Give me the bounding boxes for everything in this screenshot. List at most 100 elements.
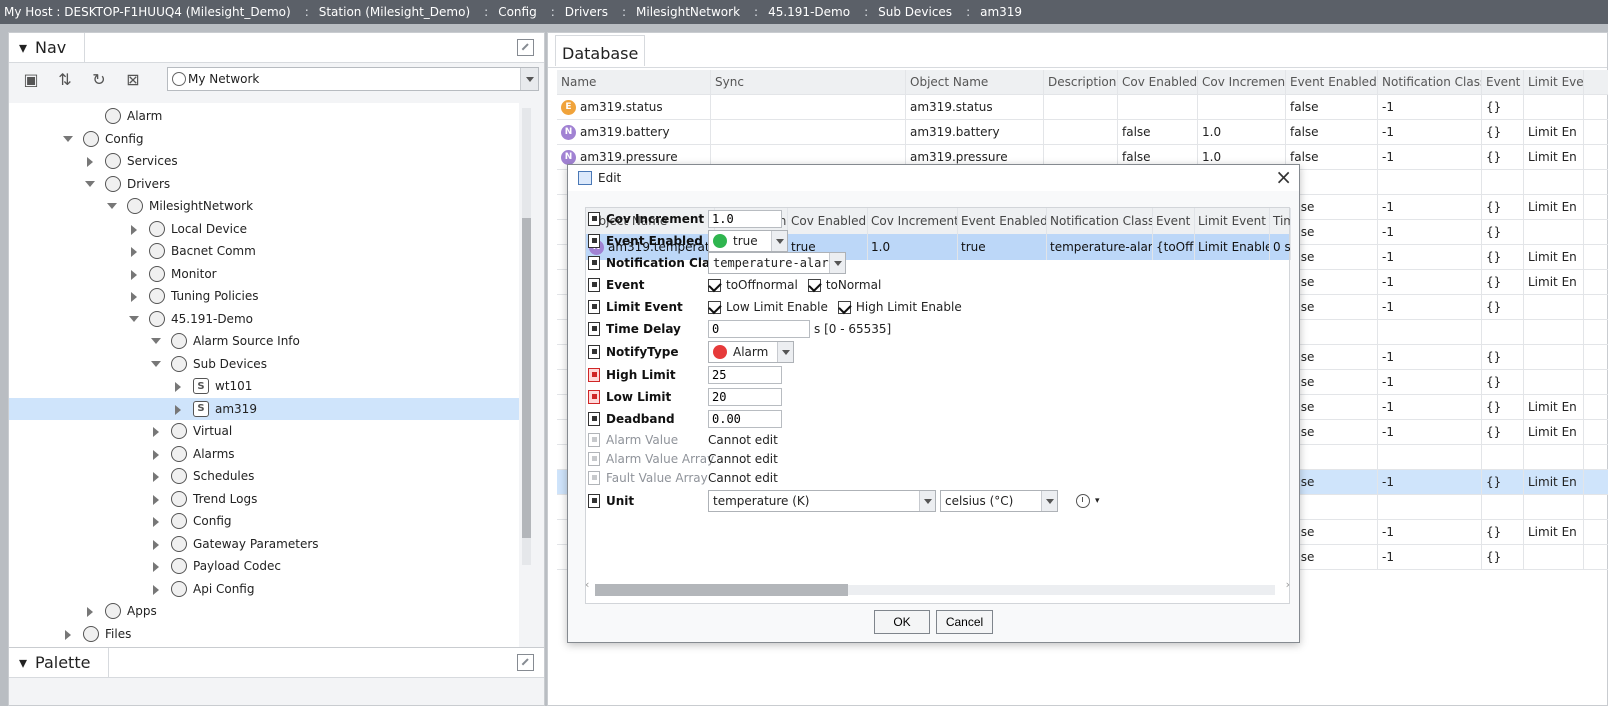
expand-icon[interactable] [85, 606, 95, 617]
database-tab[interactable]: Database [555, 35, 646, 66]
expand-icon[interactable] [151, 426, 161, 437]
low-limit-enable-checkbox[interactable] [708, 300, 721, 314]
tree-item[interactable]: Services [9, 150, 519, 172]
collapse-icon[interactable] [151, 359, 161, 369]
tree-item[interactable]: Drivers [9, 173, 519, 195]
combo-arrow-icon[interactable] [520, 68, 538, 90]
tree-item[interactable]: Trend Logs [9, 488, 519, 510]
high-limit-input[interactable] [708, 366, 782, 384]
tree-item[interactable]: Monitor [9, 263, 519, 285]
nav-scrollbar[interactable] [522, 108, 531, 565]
high-limit-enable-checkbox[interactable] [837, 300, 851, 314]
tree-item[interactable]: Local Device [9, 218, 519, 240]
expand-icon[interactable] [129, 224, 139, 235]
tree-item[interactable]: 45.191-Demo [9, 308, 519, 330]
expand-icon[interactable] [151, 494, 161, 505]
ok-button[interactable]: OK [874, 610, 930, 634]
dropdown-arrow-icon[interactable] [777, 342, 793, 362]
tree-item[interactable]: Bacnet Comm [9, 240, 519, 262]
nav-tab[interactable]: ▾ Nav [9, 32, 86, 63]
expand-icon[interactable] [129, 246, 139, 257]
to-offnormal-checkbox[interactable] [708, 278, 721, 292]
close-icon[interactable]: ⊠ [123, 69, 143, 89]
maximize-icon[interactable] [517, 39, 534, 56]
tree-item[interactable]: MilesightNetwork [9, 195, 519, 217]
column-header[interactable]: Name [557, 70, 711, 95]
tree-item[interactable]: Alarms [9, 443, 519, 465]
expand-icon[interactable] [151, 539, 161, 550]
palette-tab[interactable]: ▾ Palette [9, 647, 110, 678]
tree-item[interactable]: Swt101 [9, 375, 519, 397]
tree-item[interactable]: Schedules [9, 465, 519, 487]
dropdown-arrow-icon[interactable] [771, 231, 787, 251]
scroll-thumb[interactable] [595, 584, 848, 596]
table-row[interactable]: Eam319.status am319.status false -1{} [557, 94, 1608, 120]
tree-item[interactable]: Files [9, 623, 519, 645]
network-combo[interactable]: My Network [167, 67, 539, 91]
column-header[interactable]: Notification Class [1378, 70, 1482, 95]
event-enabled-select[interactable]: true [708, 230, 788, 252]
tree-item[interactable]: Apps [9, 600, 519, 622]
column-header[interactable]: Sync [711, 70, 906, 95]
sync-icon[interactable]: ⇅ [55, 69, 75, 89]
tree-item[interactable]: Alarm Source Info [9, 330, 519, 352]
collapse-icon[interactable] [85, 179, 95, 189]
tree-item[interactable]: Sam319 [9, 397, 519, 420]
tree-item[interactable]: Alarm [9, 105, 519, 127]
nav-scroll-thumb[interactable] [522, 218, 531, 538]
scroll-left-icon[interactable]: ‹ [585, 578, 589, 591]
expand-icon[interactable] [129, 291, 139, 302]
breadcrumb-config[interactable]: Config [494, 5, 545, 19]
column-header[interactable]: Event Enabled [1286, 70, 1378, 95]
tree-item[interactable]: Sub Devices [9, 353, 519, 375]
dropdown-arrow-icon[interactable] [1041, 491, 1057, 511]
unit-quantity-select[interactable]: temperature (K) [708, 490, 936, 512]
tree-item[interactable]: Api Config [9, 578, 519, 600]
maximize-icon[interactable] [517, 654, 534, 671]
expand-icon[interactable] [129, 269, 139, 280]
time-delay-input[interactable] [708, 320, 810, 338]
close-icon[interactable]: × [1275, 167, 1292, 187]
nav-tree[interactable]: Alarm Config Services Drivers MilesightNetwo… [9, 103, 519, 648]
breadcrumb-network[interactable]: MilesightNetwork [632, 5, 748, 19]
tree-item[interactable]: Gateway Parameters [9, 533, 519, 555]
breadcrumb-am319[interactable]: am319 [976, 5, 1030, 19]
table-row[interactable]: Nam319.battery am319.battery false 1.0 false… [557, 119, 1608, 145]
column-header[interactable]: Cov Increment [1198, 70, 1286, 95]
expand-icon[interactable] [151, 516, 161, 527]
column-header[interactable]: Object Name [906, 70, 1044, 95]
dialog-horizontal-scrollbar[interactable]: ‹ › [585, 578, 1290, 598]
notification-class-select[interactable]: temperature-alarm [708, 252, 846, 274]
low-limit-input[interactable] [708, 388, 782, 406]
breadcrumb-subdevices[interactable]: Sub Devices [874, 5, 960, 19]
cov-increment-input[interactable] [708, 210, 782, 228]
scroll-right-icon[interactable]: › [1286, 578, 1290, 591]
breadcrumb-device[interactable]: 45.191-Demo [764, 5, 858, 19]
chevron-down-icon[interactable]: ▾ [1095, 496, 1100, 506]
collapse-arrow-icon[interactable]: ▾ [19, 38, 27, 57]
expand-icon[interactable] [151, 584, 161, 595]
column-header[interactable]: Limit Event [1524, 70, 1584, 95]
new-folder-icon[interactable]: ▣ [21, 69, 41, 89]
expand-icon[interactable] [151, 561, 161, 572]
collapse-arrow-icon[interactable]: ▾ [19, 653, 27, 672]
expand-icon[interactable] [151, 449, 161, 460]
collapse-icon[interactable] [107, 201, 117, 211]
clock-icon[interactable] [1076, 494, 1090, 508]
breadcrumb-drivers[interactable]: Drivers [561, 5, 616, 19]
tree-item[interactable]: Tuning Policies [9, 285, 519, 307]
column-header[interactable]: Cov Enabled [1118, 70, 1198, 95]
collapse-icon[interactable] [151, 336, 161, 346]
to-normal-checkbox[interactable] [807, 278, 821, 292]
tree-item[interactable]: Virtual [9, 420, 519, 442]
dropdown-arrow-icon[interactable] [829, 253, 845, 273]
collapse-icon[interactable] [129, 314, 139, 324]
expand-icon[interactable] [85, 156, 95, 167]
deadband-input[interactable] [708, 410, 782, 428]
cancel-button[interactable]: Cancel [936, 610, 993, 634]
refresh-icon[interactable]: ↻ [89, 69, 109, 89]
collapse-icon[interactable] [63, 134, 73, 144]
tree-item[interactable]: Config [9, 128, 519, 150]
column-header[interactable]: Description [1044, 70, 1118, 95]
column-header[interactable]: Event [1482, 70, 1524, 95]
